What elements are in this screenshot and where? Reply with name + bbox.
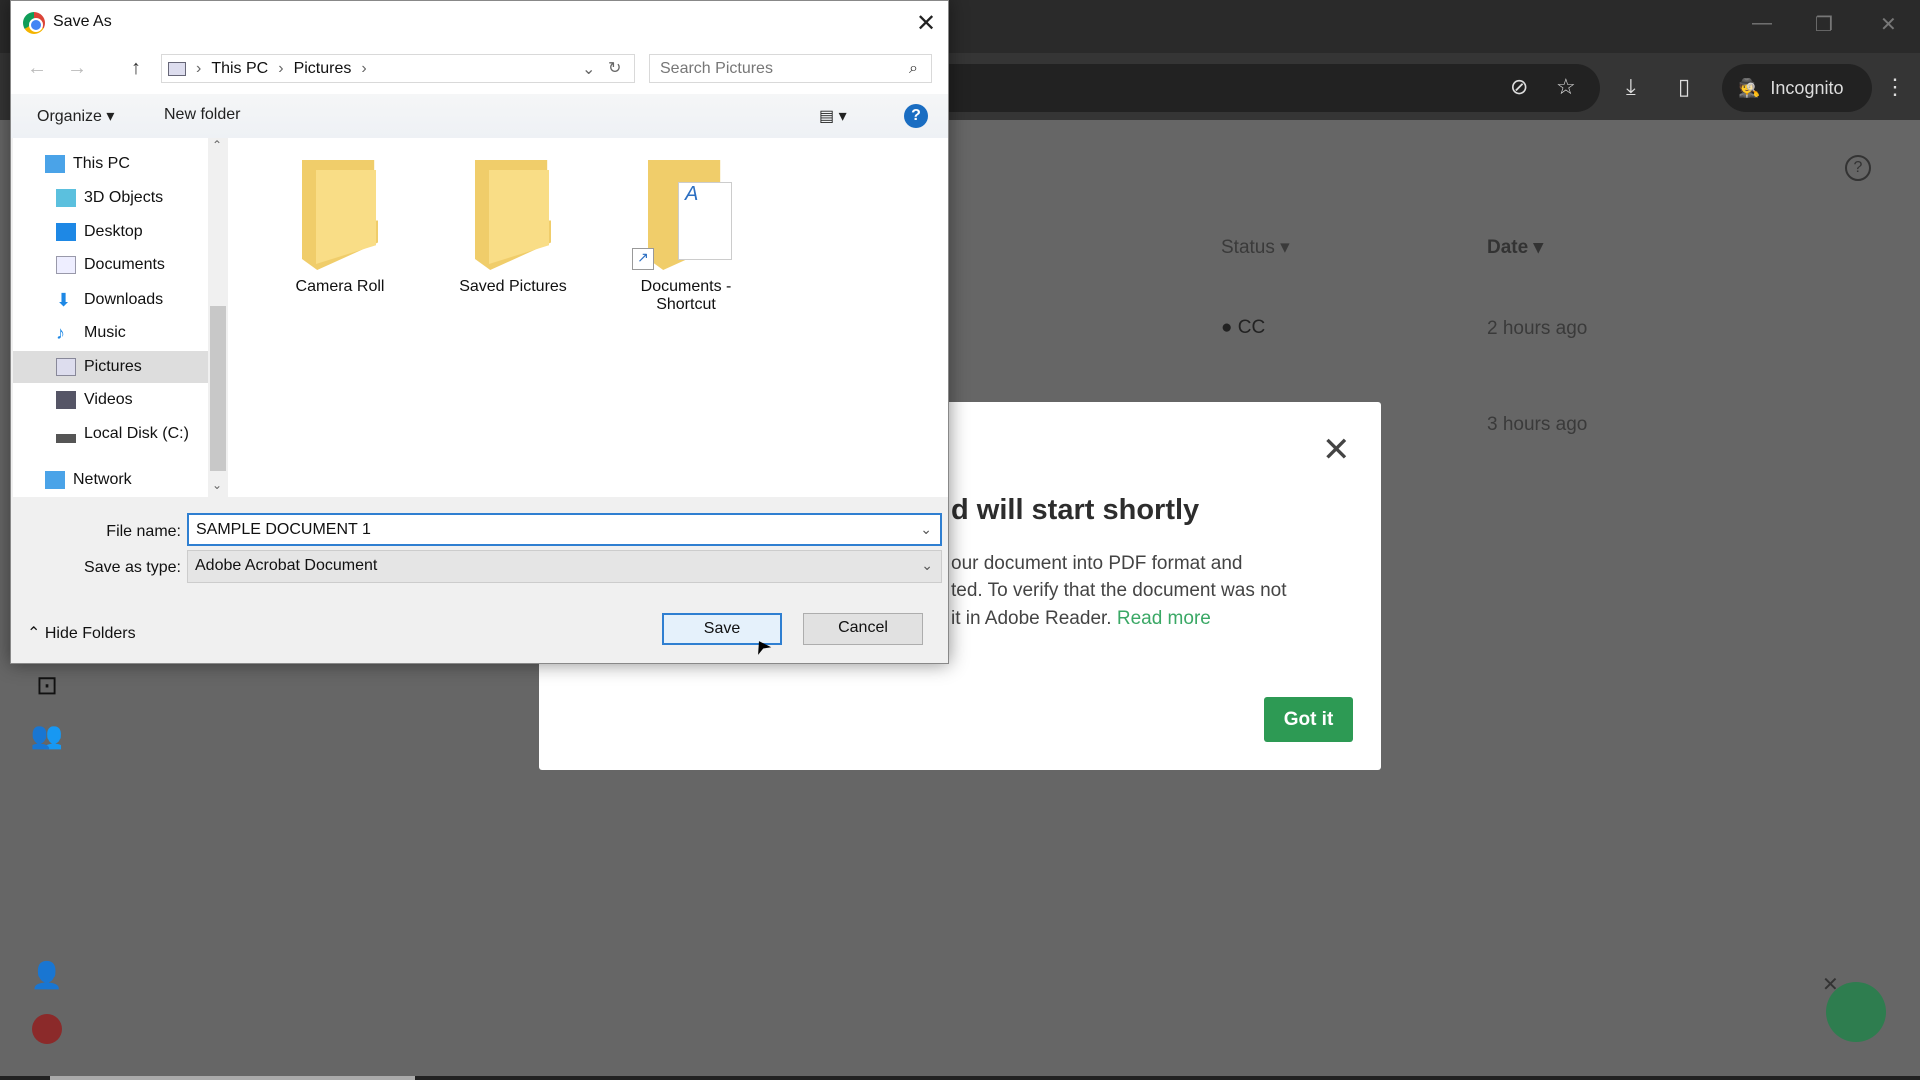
network-icon	[45, 471, 65, 489]
help-icon[interactable]: ?	[1845, 155, 1871, 181]
up-icon[interactable]: ↑	[131, 57, 141, 80]
tree-item-desktop[interactable]: Desktop	[13, 216, 208, 248]
tree-item-network[interactable]: Network	[13, 464, 208, 496]
help-icon[interactable]: ?	[904, 104, 928, 128]
computer-icon	[45, 155, 65, 173]
tree-item-this-pc[interactable]: This PC	[13, 148, 208, 180]
navigation-row: ← → ↑ › This PC › Pictures › ⌄ ↻ Search …	[11, 45, 948, 94]
row-date: 2 hours ago	[1487, 318, 1588, 339]
terminal-icon[interactable]: ⊡	[30, 670, 64, 704]
status-badge: ● CC	[1221, 317, 1266, 338]
videos-icon	[56, 391, 76, 409]
tree-item-pictures[interactable]: Pictures	[13, 351, 208, 383]
dialog-title: Save As	[53, 13, 112, 30]
dialog-close-icon[interactable]: ✕	[916, 9, 936, 38]
file-list: Camera Roll Saved Pictures A ↗ Documents -…	[228, 138, 948, 497]
file-name-label: File name:	[106, 523, 181, 540]
pictures-icon	[56, 358, 76, 376]
new-folder-button[interactable]: New folder	[164, 106, 240, 124]
save-as-type-select[interactable]: Adobe Acrobat Document ⌄	[187, 550, 942, 583]
scroll-down-icon[interactable]: ⌄	[212, 478, 222, 492]
navigation-pane: This PC 3D Objects Desktop Documents ⬇ Do…	[13, 138, 228, 497]
search-input[interactable]: Search Pictures	[649, 54, 932, 83]
folder-camera-roll[interactable]: Camera Roll	[270, 160, 410, 296]
scroll-up-icon[interactable]: ⌃	[212, 138, 222, 152]
got-it-button[interactable]: Got it	[1264, 697, 1353, 742]
downloads-icon: ⬇	[56, 290, 72, 310]
popup-text: it in Adobe Reader. Read more	[951, 608, 1211, 629]
incognito-icon: 🕵	[1738, 77, 1761, 98]
dialog-titlebar: Save As ✕	[11, 1, 948, 45]
bottom-progress	[50, 1076, 415, 1080]
pictures-location-icon	[168, 61, 186, 76]
forward-icon[interactable]: →	[67, 57, 87, 80]
restore-icon[interactable]: ❐	[1815, 12, 1833, 37]
tree-item-3d-objects[interactable]: 3D Objects	[13, 182, 208, 214]
save-as-dialog: Save As ✕ ← → ↑ › This PC › Pictures › ⌄…	[10, 0, 949, 664]
eye-off-icon[interactable]: ⊘	[1510, 74, 1528, 100]
sidebar-icon[interactable]: ▯	[1678, 74, 1690, 100]
row-date: 3 hours ago	[1487, 414, 1588, 435]
tree-item-videos[interactable]: Videos	[13, 384, 208, 416]
documents-icon	[56, 256, 76, 274]
popup-close-icon[interactable]: ✕	[1322, 430, 1351, 470]
cancel-button[interactable]: Cancel	[803, 613, 923, 645]
users-icon[interactable]: 👥	[30, 720, 64, 754]
tree-item-local-disk[interactable]: Local Disk (C:)	[13, 418, 208, 450]
avatar[interactable]	[32, 1014, 62, 1044]
chrome-logo-icon	[23, 12, 45, 34]
folder-icon	[302, 160, 378, 270]
3d-objects-icon	[56, 189, 76, 207]
popup-text: ted. To verify that the document was not	[951, 580, 1287, 601]
folder-icon	[475, 160, 551, 270]
back-icon[interactable]: ←	[27, 57, 47, 80]
file-name-input[interactable]: SAMPLE DOCUMENT 1 ⌄	[187, 513, 942, 546]
save-options: File name: SAMPLE DOCUMENT 1 ⌄ Save as ty…	[11, 497, 948, 663]
tree-item-documents[interactable]: Documents	[13, 249, 208, 281]
menu-icon[interactable]: ⋮	[1884, 74, 1906, 100]
download-icon[interactable]: ⤓	[1626, 74, 1636, 100]
folder-saved-pictures[interactable]: Saved Pictures	[443, 160, 583, 296]
date-column-header[interactable]: Date ▾	[1487, 236, 1543, 259]
close-chat-icon[interactable]: ✕	[1822, 972, 1839, 997]
desktop-icon	[56, 223, 76, 241]
shortcut-folder-icon: A ↗	[632, 160, 732, 270]
refresh-icon[interactable]: ↻	[608, 58, 621, 78]
hide-folders-button[interactable]: ⌃ Hide Folders	[27, 623, 136, 643]
search-icon: ⌕	[909, 60, 918, 77]
add-user-icon[interactable]: 👤	[30, 960, 64, 994]
scrollbar-thumb[interactable]	[210, 306, 226, 471]
tree-item-downloads[interactable]: ⬇ Downloads	[13, 284, 208, 316]
chevron-down-icon[interactable]: ⌄	[921, 557, 933, 574]
breadcrumb[interactable]: › This PC › Pictures › ⌄ ↻	[161, 54, 635, 83]
read-more-link[interactable]: Read more	[1117, 608, 1211, 629]
close-icon[interactable]: ✕	[1880, 12, 1897, 37]
address-dropdown-icon[interactable]: ⌄	[582, 59, 595, 79]
minimize-icon[interactable]: —	[1752, 12, 1772, 35]
incognito-button[interactable]: 🕵 Incognito	[1722, 64, 1872, 112]
command-bar: Organize ▾ New folder ▤ ▾ ?	[11, 94, 948, 138]
address-bar[interactable]	[940, 64, 1600, 112]
breadcrumb-pictures[interactable]: Pictures	[294, 60, 352, 78]
popup-title: d will start shortly	[951, 494, 1200, 526]
view-options-icon[interactable]: ▤ ▾	[819, 106, 847, 126]
tree-item-music[interactable]: ♪ Music	[13, 317, 208, 349]
organize-button[interactable]: Organize ▾	[37, 106, 114, 126]
breadcrumb-this-pc[interactable]: This PC	[211, 60, 268, 78]
music-icon: ♪	[56, 323, 65, 343]
star-icon[interactable]: ☆	[1556, 74, 1576, 100]
status-column-header[interactable]: Status ▾	[1221, 236, 1290, 259]
disk-icon	[56, 425, 76, 443]
save-as-type-label: Save as type:	[84, 559, 181, 576]
chevron-down-icon[interactable]: ⌄	[920, 521, 932, 538]
popup-text: our document into PDF format and	[951, 553, 1243, 574]
shortcut-documents[interactable]: A ↗ Documents - Shortcut	[616, 160, 756, 314]
